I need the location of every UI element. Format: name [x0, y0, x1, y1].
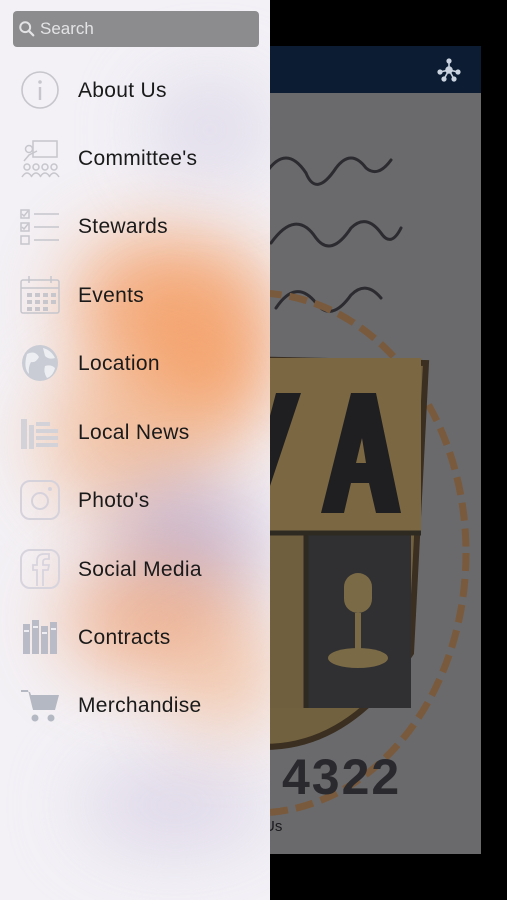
local-number-text: 4322	[282, 749, 402, 805]
menu-item-contracts[interactable]: Contracts	[0, 608, 270, 668]
menu-item-stewards[interactable]: Stewards	[0, 197, 270, 257]
menu-label: Events	[78, 284, 144, 307]
menu-item-photos[interactable]: Photo's	[0, 471, 270, 531]
globe-icon	[19, 342, 61, 384]
menu-label: Merchandise	[78, 694, 202, 717]
menu-label: Committee's	[78, 147, 198, 170]
menu-label: Location	[78, 352, 160, 375]
info-icon	[19, 69, 61, 111]
checklist-icon	[19, 205, 61, 247]
menu-item-merchandise[interactable]: Merchandise	[0, 676, 270, 736]
menu-label: Social Media	[78, 558, 202, 581]
camera-icon	[19, 479, 61, 521]
calendar-icon	[19, 274, 61, 316]
share-icon[interactable]	[437, 58, 461, 82]
search-input[interactable]: Search	[13, 11, 259, 47]
news-icon	[19, 411, 61, 453]
social-icon	[19, 548, 61, 590]
menu-item-events[interactable]: Events	[0, 266, 270, 326]
presentation-icon	[19, 137, 61, 179]
navigation-drawer: Search About Us Committee's Stewards Eve…	[0, 0, 270, 900]
search-placeholder: Search	[40, 19, 94, 38]
menu-item-location[interactable]: Location	[0, 334, 270, 394]
menu-label: Contracts	[78, 626, 171, 649]
menu-item-social-media[interactable]: Social Media	[0, 540, 270, 600]
cart-icon	[19, 684, 61, 726]
menu-label: Stewards	[78, 215, 168, 238]
menu-label: Photo's	[78, 489, 150, 512]
search-icon	[19, 21, 35, 37]
menu-label: Local News	[78, 421, 190, 444]
menu-item-about-us[interactable]: About Us	[0, 61, 270, 121]
menu-item-committees[interactable]: Committee's	[0, 129, 270, 189]
menu-label: About Us	[78, 79, 167, 102]
books-icon	[19, 616, 61, 658]
menu-item-local-news[interactable]: Local News	[0, 403, 270, 463]
